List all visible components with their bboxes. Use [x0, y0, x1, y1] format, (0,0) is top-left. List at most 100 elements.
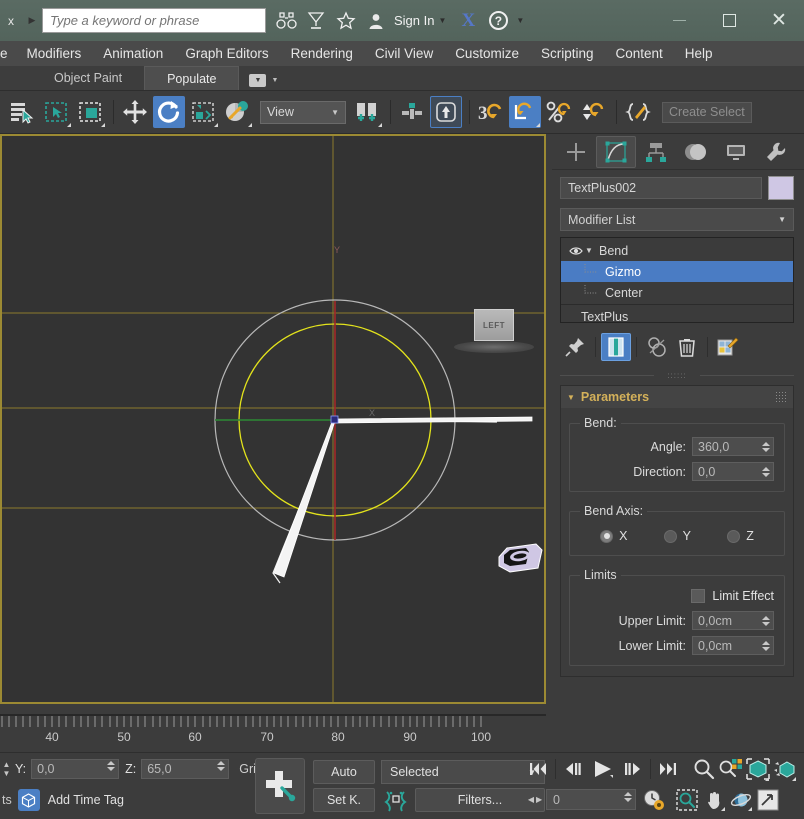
- add-time-tag-label[interactable]: Add Time Tag: [48, 793, 124, 807]
- set-key-button[interactable]: Set K.: [313, 788, 375, 812]
- menu-item-rendering[interactable]: Rendering: [280, 41, 364, 66]
- select-object-icon[interactable]: [40, 96, 72, 128]
- panel-resize-grip[interactable]: ::::::: [560, 369, 795, 381]
- stack-item-gizmo[interactable]: Gizmo: [561, 261, 793, 282]
- spinner-arrows-icon[interactable]: [761, 464, 770, 479]
- set-key-big-button[interactable]: [255, 758, 305, 814]
- stack-item-center[interactable]: Center: [561, 282, 793, 303]
- minimize-button[interactable]: [654, 0, 704, 41]
- menu-item-scripting[interactable]: Scripting: [530, 41, 605, 66]
- snaps-toggle-icon[interactable]: [430, 96, 462, 128]
- time-configuration-icon[interactable]: [640, 786, 667, 813]
- parameters-rollout-header[interactable]: ▼ Parameters: [561, 386, 793, 408]
- percent-snap-icon[interactable]: [543, 96, 575, 128]
- stack-item-bend[interactable]: ▼ Bend: [561, 240, 793, 261]
- configure-modifier-sets-icon[interactable]: [713, 333, 743, 361]
- user-avatar-icon[interactable]: [362, 6, 390, 36]
- timeline-ruler[interactable]: [0, 714, 546, 730]
- current-frame-field[interactable]: 0: [546, 789, 636, 810]
- selection-set-dropdown[interactable]: Selected ▼: [381, 760, 545, 784]
- previous-frame-icon[interactable]: [559, 755, 587, 783]
- zoom-region-icon[interactable]: [673, 786, 700, 813]
- play-animation-icon[interactable]: [587, 755, 619, 783]
- viewport-left[interactable]: Y X LEFT: [0, 134, 546, 704]
- spinner-arrows-icon[interactable]: [761, 613, 770, 628]
- remove-modifier-icon[interactable]: [672, 333, 702, 361]
- auto-key-button[interactable]: Auto: [313, 760, 375, 784]
- track-bar[interactable]: 40 50 60 70 80 90 100: [0, 706, 546, 752]
- viewcube[interactable]: LEFT: [474, 309, 514, 341]
- help-chevron-down-icon[interactable]: ▼: [516, 16, 524, 25]
- sign-in-chevron-down-icon[interactable]: ▼: [438, 16, 446, 25]
- direction-spinner[interactable]: 0,0: [692, 462, 774, 481]
- star-icon[interactable]: [332, 6, 360, 36]
- orbit-icon[interactable]: [727, 786, 754, 813]
- make-unique-icon[interactable]: [642, 333, 672, 361]
- tab-populate[interactable]: Populate: [144, 66, 240, 90]
- object-name-field[interactable]: TextPlus002: [560, 177, 762, 199]
- reference-coordinate-icon[interactable]: [221, 96, 253, 128]
- go-to-start-icon[interactable]: [524, 755, 552, 783]
- select-and-manipulate-icon[interactable]: [396, 96, 428, 128]
- close-button[interactable]: ✕: [754, 0, 804, 41]
- modifier-stack[interactable]: ▼ Bend Gizmo Center TextPlus: [560, 237, 794, 324]
- utilities-tab[interactable]: [756, 136, 796, 168]
- select-rotate-icon[interactable]: [153, 96, 185, 128]
- binoculars-icon[interactable]: [272, 6, 300, 36]
- y-spinner-arrows-icon[interactable]: [107, 761, 116, 771]
- add-time-tag-icon[interactable]: [17, 789, 40, 811]
- lower-limit-spinner[interactable]: 0,0cm: [692, 636, 774, 655]
- menu-item-civil-view[interactable]: Civil View: [364, 41, 444, 66]
- menu-item-content[interactable]: Content: [605, 41, 674, 66]
- zoom-icon[interactable]: [690, 756, 717, 783]
- limit-effect-row[interactable]: Limit Effect: [580, 589, 774, 603]
- reference-coordinate-dropdown[interactable]: View ▼: [260, 100, 346, 124]
- menu-item-help[interactable]: Help: [674, 41, 724, 66]
- menu-item-edit[interactable]: e: [0, 41, 16, 66]
- next-frame-icon[interactable]: [619, 755, 647, 783]
- rollout-collapse-triangle-icon[interactable]: ▼: [567, 393, 575, 402]
- select-move-icon[interactable]: [119, 96, 151, 128]
- zoom-extents-selected-icon[interactable]: [771, 756, 798, 783]
- radio-axis-x[interactable]: X: [600, 529, 627, 543]
- menu-item-customize[interactable]: Customize: [444, 41, 530, 66]
- help-icon[interactable]: ?: [484, 6, 512, 36]
- viewport-canvas[interactable]: Y X LEFT: [2, 136, 544, 702]
- zoom-extents-icon[interactable]: [744, 756, 771, 783]
- menu-item-modifiers[interactable]: Modifiers: [16, 41, 93, 66]
- upper-limit-spinner[interactable]: 0,0cm: [692, 611, 774, 630]
- eye-icon[interactable]: [567, 246, 585, 256]
- limit-effect-checkbox[interactable]: [691, 589, 706, 603]
- frame-step-arrows-icon[interactable]: ◀ ▶: [524, 795, 546, 804]
- radio-axis-y[interactable]: Y: [663, 529, 691, 543]
- tab-object-paint[interactable]: Object Paint: [32, 66, 144, 90]
- spinner-snap-icon[interactable]: [577, 96, 609, 128]
- x-spinner-arrows-icon[interactable]: ▲ ▼: [0, 760, 13, 778]
- ribbon-chevron-down-icon[interactable]: ▼: [271, 77, 278, 84]
- modifier-list-dropdown[interactable]: Modifier List ▼: [560, 208, 794, 231]
- key-filters-icon[interactable]: [381, 788, 411, 814]
- go-to-end-icon[interactable]: [654, 755, 682, 783]
- y-coordinate-field[interactable]: 0,0: [31, 759, 120, 779]
- radio-axis-z[interactable]: Z: [727, 529, 754, 543]
- quick-search-box[interactable]: [42, 8, 266, 33]
- named-selection-sets-icon[interactable]: [622, 96, 654, 128]
- expand-triangle-icon[interactable]: ▼: [585, 246, 599, 255]
- spinner-arrows-icon[interactable]: [761, 638, 770, 653]
- hierarchy-tab[interactable]: [636, 136, 676, 168]
- ribbon-options-dropdown[interactable]: ▼ ▼: [239, 74, 286, 90]
- use-pivot-point-center-icon[interactable]: [351, 96, 383, 128]
- spinner-arrows-icon[interactable]: [761, 439, 770, 454]
- select-scale-icon[interactable]: [187, 96, 219, 128]
- menu-item-graph-editors[interactable]: Graph Editors: [174, 41, 279, 66]
- motion-tab[interactable]: [676, 136, 716, 168]
- pan-view-icon[interactable]: [700, 786, 727, 813]
- percent-angle-snap-icon[interactable]: [509, 96, 541, 128]
- z-coordinate-field[interactable]: 65,0: [141, 759, 230, 779]
- maximize-button[interactable]: [704, 0, 754, 41]
- rollout-drag-dots-icon[interactable]: [775, 391, 787, 403]
- maximize-viewport-icon[interactable]: [754, 786, 781, 813]
- object-color-swatch[interactable]: [768, 176, 794, 200]
- select-filter-icon[interactable]: [6, 96, 38, 128]
- display-tab[interactable]: [716, 136, 756, 168]
